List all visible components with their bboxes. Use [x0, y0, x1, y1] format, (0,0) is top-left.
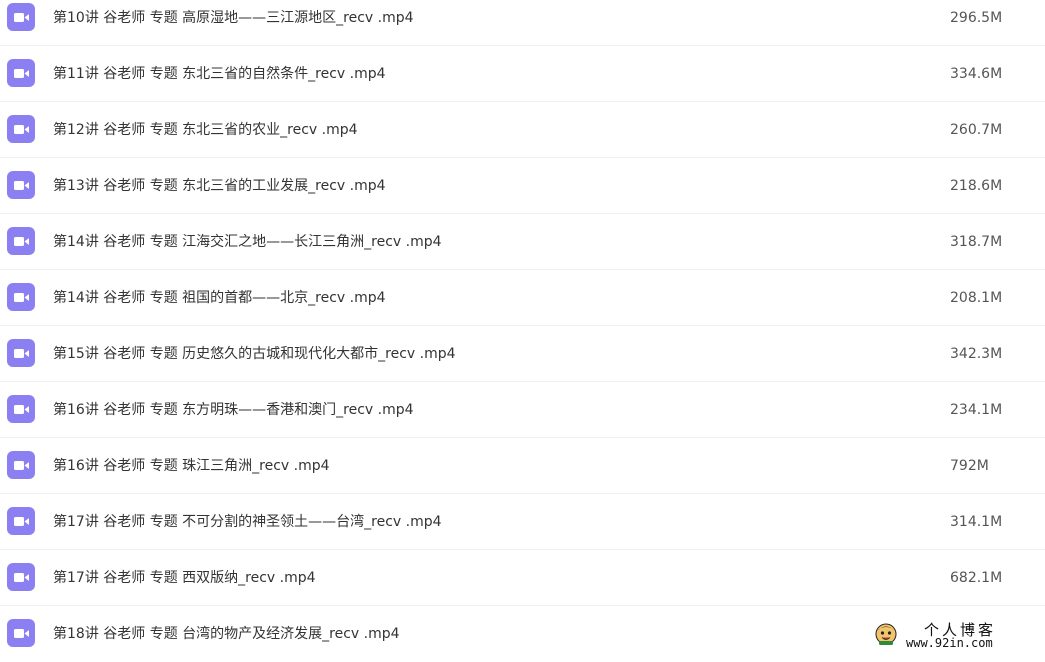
file-list: 第10讲 谷老师 专题 高原湿地——三江源地区_recv .mp4 296.5M… — [0, 0, 1045, 662]
file-size: 208.1M — [950, 290, 1003, 306]
file-name[interactable]: 第11讲 谷老师 专题 东北三省的自然条件_recv .mp4 — [53, 65, 386, 83]
video-file-icon — [7, 227, 35, 255]
file-row[interactable]: 第17讲 谷老师 专题 不可分割的神圣领土——台湾_recv .mp4 314.… — [0, 494, 1045, 550]
file-row[interactable]: 第10讲 谷老师 专题 高原湿地——三江源地区_recv .mp4 296.5M — [0, 0, 1045, 46]
file-row[interactable]: 第16讲 谷老师 专题 珠江三角洲_recv .mp4 792M — [0, 438, 1045, 494]
video-file-icon — [7, 115, 35, 143]
file-name[interactable]: 第13讲 谷老师 专题 东北三省的工业发展_recv .mp4 — [53, 177, 386, 195]
file-row[interactable]: 第15讲 谷老师 专题 历史悠久的古城和现代化大都市_recv .mp4 342… — [0, 326, 1045, 382]
file-size: 314.1M — [950, 514, 1003, 530]
file-name[interactable]: 第16讲 谷老师 专题 东方明珠——香港和澳门_recv .mp4 — [53, 401, 414, 419]
video-file-icon — [7, 395, 35, 423]
file-size: 682.1M — [950, 570, 1003, 586]
video-file-icon — [7, 619, 35, 647]
video-file-icon — [7, 507, 35, 535]
file-size: 296.5M — [950, 10, 1003, 26]
video-file-icon — [7, 339, 35, 367]
file-name[interactable]: 第17讲 谷老师 专题 西双版纳_recv .mp4 — [53, 569, 316, 587]
file-name[interactable]: 第16讲 谷老师 专题 珠江三角洲_recv .mp4 — [53, 457, 330, 475]
file-size: 318.7M — [950, 234, 1003, 250]
file-size: 260.7M — [950, 122, 1003, 138]
file-row[interactable]: 第14讲 谷老师 专题 祖国的首都——北京_recv .mp4 208.1M — [0, 270, 1045, 326]
file-size: 342.3M — [950, 346, 1003, 362]
file-size: 234.1M — [950, 402, 1003, 418]
file-row[interactable]: 第12讲 谷老师 专题 东北三省的农业_recv .mp4 260.7M — [0, 102, 1045, 158]
video-file-icon — [7, 3, 35, 31]
file-name[interactable]: 第17讲 谷老师 专题 不可分割的神圣领土——台湾_recv .mp4 — [53, 513, 442, 531]
video-file-icon — [7, 283, 35, 311]
video-file-icon — [7, 451, 35, 479]
file-name[interactable]: 第14讲 谷老师 专题 祖国的首都——北京_recv .mp4 — [53, 289, 386, 307]
file-name[interactable]: 第18讲 谷老师 专题 台湾的物产及经济发展_recv .mp4 — [53, 625, 400, 643]
file-size: 792M — [950, 458, 989, 474]
file-row[interactable]: 第17讲 谷老师 专题 西双版纳_recv .mp4 682.1M — [0, 550, 1045, 606]
file-name[interactable]: 第12讲 谷老师 专题 东北三省的农业_recv .mp4 — [53, 121, 358, 139]
file-row[interactable]: 第16讲 谷老师 专题 东方明珠——香港和澳门_recv .mp4 234.1M — [0, 382, 1045, 438]
video-file-icon — [7, 563, 35, 591]
watermark-url: www.92in.com — [906, 636, 993, 650]
cartoon-face-icon — [874, 622, 898, 646]
video-file-icon — [7, 171, 35, 199]
file-size: 218.6M — [950, 178, 1003, 194]
file-name[interactable]: 第14讲 谷老师 专题 江海交汇之地——长江三角洲_recv .mp4 — [53, 233, 442, 251]
video-file-icon — [7, 59, 35, 87]
blog-watermark: 个人博客 www.92in.com — [872, 619, 1042, 655]
file-row[interactable]: 第11讲 谷老师 专题 东北三省的自然条件_recv .mp4 334.6M — [0, 46, 1045, 102]
file-row[interactable]: 第13讲 谷老师 专题 东北三省的工业发展_recv .mp4 218.6M — [0, 158, 1045, 214]
file-name[interactable]: 第10讲 谷老师 专题 高原湿地——三江源地区_recv .mp4 — [53, 9, 414, 27]
file-size: 334.6M — [950, 66, 1003, 82]
file-row[interactable]: 第14讲 谷老师 专题 江海交汇之地——长江三角洲_recv .mp4 318.… — [0, 214, 1045, 270]
file-name[interactable]: 第15讲 谷老师 专题 历史悠久的古城和现代化大都市_recv .mp4 — [53, 345, 456, 363]
